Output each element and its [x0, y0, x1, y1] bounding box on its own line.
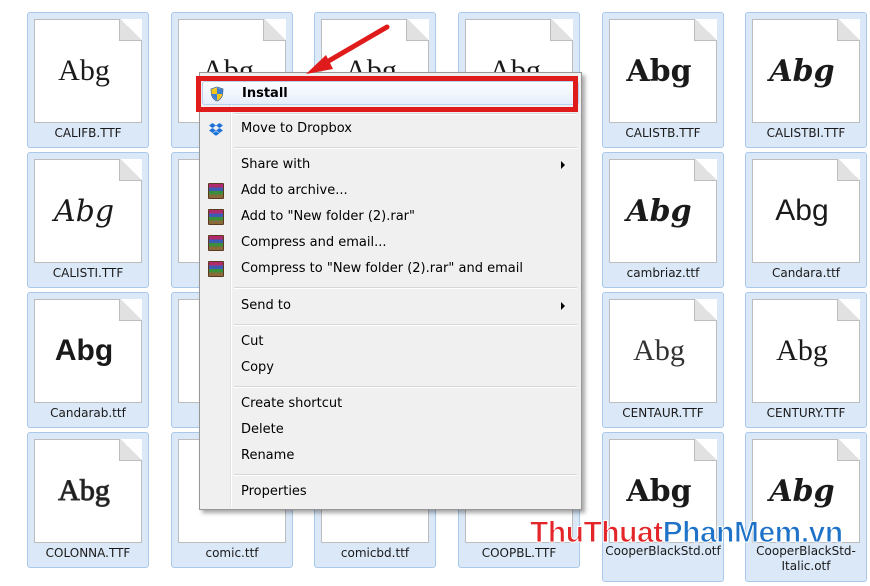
winrar-icon [208, 209, 224, 225]
font-sample: Abg [53, 193, 115, 229]
file-tile[interactable]: Abg cambriaz.ttf [602, 152, 724, 288]
file-name: CALISTI.TTF [52, 266, 124, 280]
menu-item-delete[interactable]: Delete [202, 418, 579, 442]
winrar-icon [208, 235, 224, 251]
file-tile[interactable]: Abg CALISTB.TTF [602, 12, 724, 148]
watermark-part: ThuThuat [530, 516, 664, 550]
menu-item-label: Create shortcut [241, 396, 343, 411]
menu-separator [234, 474, 577, 476]
font-sample: Abg [58, 54, 110, 87]
menu-separator [234, 386, 577, 388]
context-menu: Install Move to Dropbox Share with Add t… [199, 72, 582, 510]
watermark-part: .vn [800, 516, 843, 550]
menu-item-rename[interactable]: Rename [202, 444, 579, 468]
menu-item-label: Add to "New folder (2).rar" [241, 209, 416, 224]
file-name: comicbd.ttf [340, 546, 410, 560]
file-tile[interactable]: Abg CALIFB.TTF [27, 12, 149, 148]
file-name: CALIFB.TTF [54, 126, 122, 140]
file-tile[interactable]: Abg CENTURY.TTF [745, 292, 867, 428]
menu-item-move-to-dropbox[interactable]: Move to Dropbox [202, 117, 579, 141]
menu-item-label: Send to [241, 298, 291, 313]
font-sample: Abg [769, 53, 835, 89]
menu-item-label: Add to archive... [241, 183, 348, 198]
menu-item-add-to-archive[interactable]: Add to archive... [202, 179, 579, 203]
menu-item-compress-rar-and-email[interactable]: Compress to "New folder (2).rar" and ema… [202, 257, 579, 281]
file-name: comic.ttf [205, 546, 259, 560]
file-name: CALISTBI.TTF [766, 126, 846, 140]
font-sample: Abg [58, 474, 111, 508]
menu-separator [234, 113, 577, 115]
file-tile[interactable]: Abg CENTAUR.TTF [602, 292, 724, 428]
dropbox-icon [208, 121, 224, 137]
file-tile[interactable]: Abg CALISTBI.TTF [745, 12, 867, 148]
menu-item-create-shortcut[interactable]: Create shortcut [202, 392, 579, 416]
menu-item-label: Rename [241, 448, 295, 463]
font-sample: Abg [626, 193, 692, 229]
file-tile[interactable]: Abg CooperBlackStd-Italic.otf [745, 432, 867, 582]
winrar-icon [208, 183, 224, 199]
watermark: ThuThuatPhanMem.vn [530, 516, 844, 550]
file-name: CENTAUR.TTF [622, 406, 704, 420]
menu-item-label: Compress to "New folder (2).rar" and ema… [241, 261, 523, 276]
menu-separator [234, 287, 577, 289]
font-sample: Abg [633, 334, 685, 367]
submenu-arrow-icon [561, 302, 565, 310]
menu-item-add-to-rar[interactable]: Add to "New folder (2).rar" [202, 205, 579, 229]
menu-item-compress-and-email[interactable]: Compress and email... [202, 231, 579, 255]
file-name: Candara.ttf [771, 266, 841, 280]
menu-item-share-with[interactable]: Share with [202, 153, 579, 177]
menu-item-properties[interactable]: Properties [202, 480, 579, 504]
font-sample: Abg [776, 334, 828, 367]
menu-item-label: Properties [241, 484, 307, 499]
file-name: COLONNA.TTF [45, 546, 131, 560]
file-tile[interactable]: Abg CooperBlackStd.otf [602, 432, 724, 582]
menu-item-label: Copy [241, 360, 274, 375]
file-tile[interactable]: Abg CALISTI.TTF [27, 152, 149, 288]
file-name: Candarab.ttf [50, 406, 126, 420]
submenu-arrow-icon [561, 161, 565, 169]
file-tile[interactable]: Abg Candarab.ttf [27, 292, 149, 428]
menu-separator [234, 324, 577, 326]
font-sample: Abg [54, 334, 114, 367]
menu-item-send-to[interactable]: Send to [202, 294, 579, 318]
watermark-part: PhanMem [662, 516, 802, 550]
menu-item-label: Cut [241, 334, 264, 349]
file-tile[interactable]: Abg COLONNA.TTF [27, 432, 149, 568]
menu-item-label: Delete [241, 422, 284, 437]
winrar-icon [208, 261, 224, 277]
file-name: CENTURY.TTF [766, 406, 846, 420]
menu-item-label: Compress and email... [241, 235, 387, 250]
menu-item-cut[interactable]: Cut [202, 330, 579, 354]
file-name: cambriaz.ttf [626, 266, 700, 280]
font-sample: Abg [626, 53, 692, 89]
font-sample: Abg [775, 194, 829, 227]
file-name: CALISTB.TTF [625, 126, 701, 140]
menu-item-label: Move to Dropbox [241, 121, 352, 136]
highlight-box [196, 76, 578, 112]
file-tile[interactable]: Abg Candara.ttf [745, 152, 867, 288]
menu-separator [234, 147, 577, 149]
menu-item-label: Share with [241, 157, 311, 172]
menu-item-copy[interactable]: Copy [202, 356, 579, 380]
